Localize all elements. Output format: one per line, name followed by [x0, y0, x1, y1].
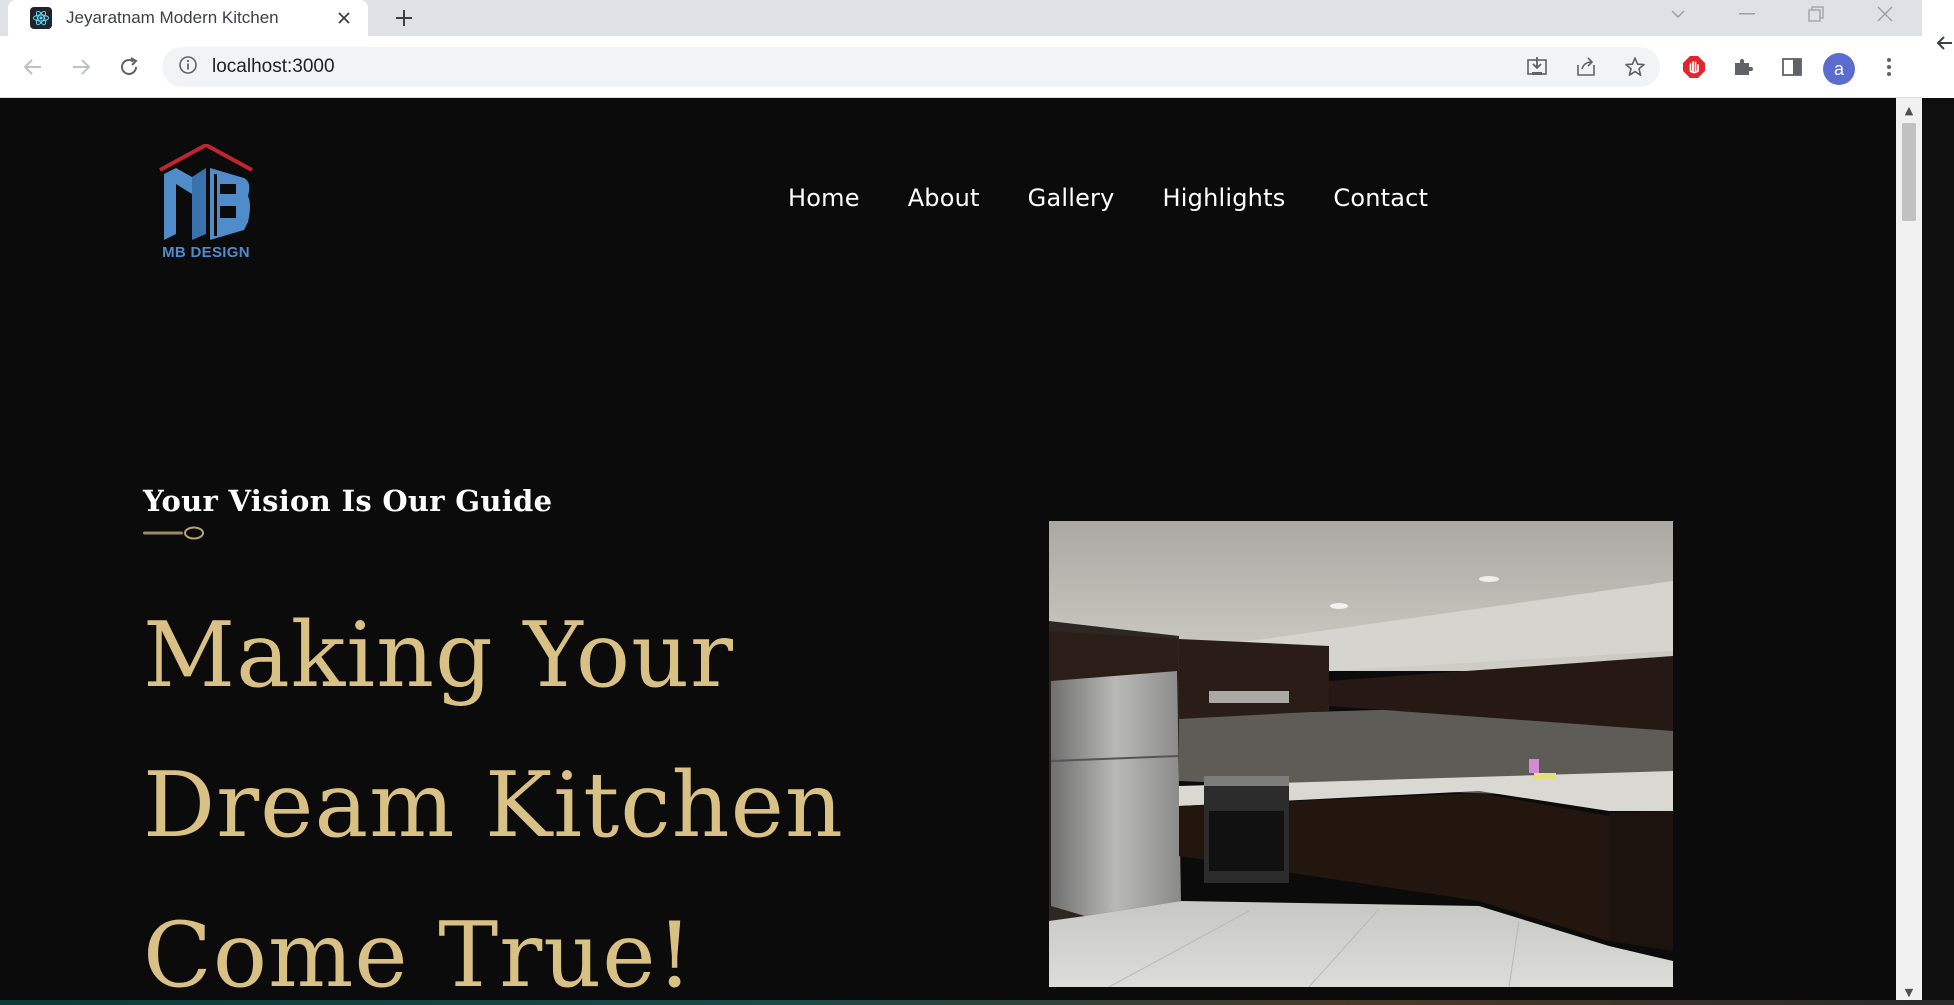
site-info-icon[interactable]	[178, 55, 198, 79]
page-scrollbar[interactable]: ▲ ▼	[1896, 98, 1922, 1002]
restore-window-icon[interactable]	[1788, 0, 1844, 28]
nav-contact[interactable]: Contact	[1333, 184, 1428, 212]
url-text[interactable]: localhost:3000	[212, 56, 335, 78]
reload-icon[interactable]	[112, 50, 146, 84]
browser-tab-strip: Jeyaratnam Modern Kitchen	[0, 0, 1954, 36]
close-tab-icon[interactable]	[332, 6, 356, 30]
nav-highlights[interactable]: Highlights	[1163, 184, 1286, 212]
back-arrow-icon[interactable]	[16, 50, 50, 84]
hero-tagline: Your Vision Is Our Guide	[143, 484, 553, 518]
mb-design-logo[interactable]: MB DESIGN	[156, 142, 256, 264]
forward-arrow-icon[interactable]	[64, 50, 98, 84]
bottom-edge	[0, 1000, 1954, 1005]
scroll-thumb[interactable]	[1902, 123, 1916, 221]
share-icon[interactable]	[1570, 51, 1602, 83]
browser-tab[interactable]: Jeyaratnam Modern Kitchen	[8, 0, 368, 36]
browser-toolbar: localhost:3000 a	[0, 36, 1954, 98]
scroll-down-arrow-icon[interactable]: ▼	[1896, 982, 1922, 1002]
side-panel-icon[interactable]	[1776, 51, 1808, 83]
kitchen-photo	[1049, 521, 1673, 987]
extensions-puzzle-icon[interactable]	[1727, 51, 1759, 83]
profile-avatar[interactable]: a	[1823, 53, 1855, 85]
tab-search-icon[interactable]	[1650, 0, 1706, 28]
new-tab-button[interactable]	[388, 2, 420, 34]
nav-about[interactable]: About	[908, 184, 980, 212]
install-app-icon[interactable]	[1521, 51, 1553, 83]
scroll-up-arrow-icon[interactable]: ▲	[1896, 100, 1922, 120]
logo-text: MB DESIGN	[162, 244, 250, 261]
adblock-extension-icon[interactable]	[1678, 51, 1710, 83]
spoon-ornament-icon	[143, 526, 204, 540]
webpage: MB DESIGN Home About Gallery Highlights …	[0, 98, 1896, 1000]
react-icon	[30, 7, 52, 29]
hero-heading-line-1: Making Your	[143, 603, 735, 708]
side-panel-arrow-icon[interactable]	[1922, 72, 1954, 112]
address-bar[interactable]: localhost:3000	[162, 47, 1660, 87]
nav-home[interactable]: Home	[788, 184, 860, 212]
tab-title: Jeyaratnam Modern Kitchen	[66, 8, 279, 27]
bookmark-star-icon[interactable]	[1619, 51, 1651, 83]
hero-heading-line-2: Dream Kitchen	[143, 753, 844, 858]
logo-mark-icon	[159, 142, 253, 240]
hero-heading-line-3: Come True!	[143, 903, 694, 1000]
nav-gallery[interactable]: Gallery	[1028, 184, 1115, 212]
side-panel-edge	[1922, 0, 1954, 1005]
more-options-icon[interactable]	[1873, 51, 1905, 83]
main-navigation: Home About Gallery Highlights Contact	[788, 184, 1428, 212]
minimize-window-icon[interactable]	[1719, 0, 1775, 28]
close-window-icon[interactable]	[1857, 0, 1913, 28]
